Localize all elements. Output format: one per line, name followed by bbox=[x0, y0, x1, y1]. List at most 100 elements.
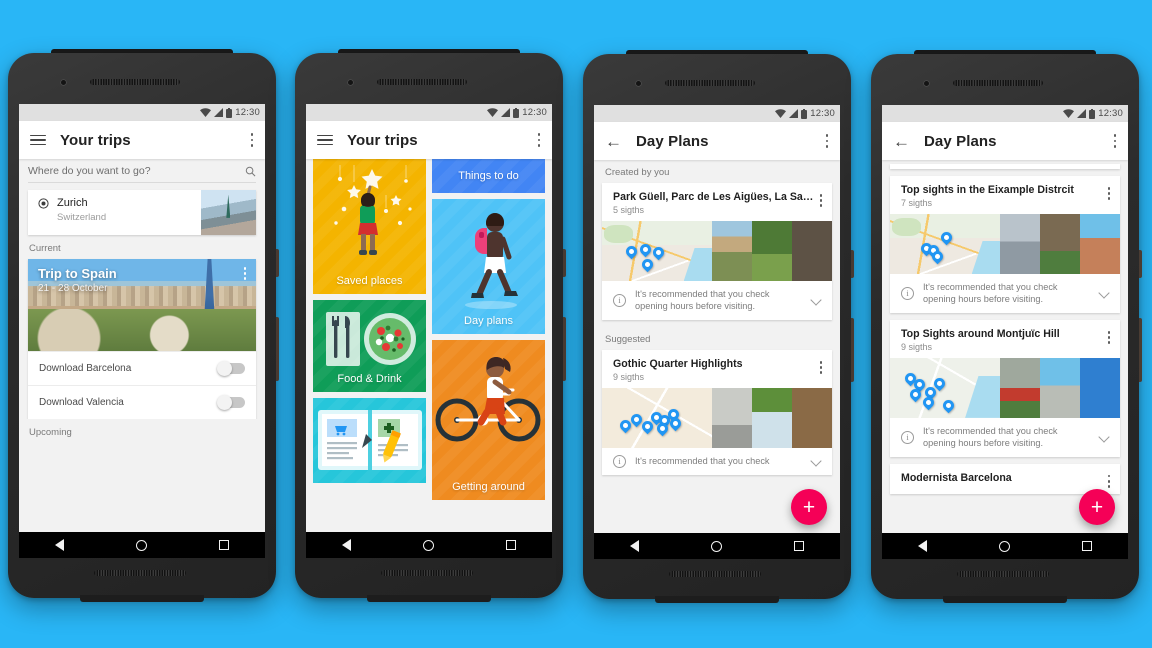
trip-card[interactable]: Trip to Spain 21 - 28 October Download B… bbox=[28, 259, 256, 419]
chevron-down-icon[interactable] bbox=[810, 294, 822, 307]
map-thumbnail[interactable] bbox=[890, 214, 1001, 274]
kebab-icon[interactable] bbox=[537, 133, 541, 147]
nav-home-icon[interactable] bbox=[136, 539, 147, 551]
tile-things-to-do[interactable]: Things to do bbox=[432, 159, 545, 193]
volume-button[interactable] bbox=[851, 318, 854, 382]
page-title: Day Plans bbox=[924, 132, 997, 150]
kebab-icon[interactable] bbox=[825, 134, 829, 148]
nav-back-icon[interactable] bbox=[918, 540, 927, 552]
photo-thumbnail[interactable] bbox=[752, 387, 793, 448]
tile-notebook[interactable] bbox=[313, 398, 426, 483]
chevron-down-icon[interactable] bbox=[1098, 431, 1110, 443]
add-day-plan-fab[interactable]: + bbox=[791, 489, 827, 525]
photo-thumbnail[interactable] bbox=[1040, 357, 1081, 418]
salad-fork-knife-illustration bbox=[325, 312, 416, 366]
kebab-icon[interactable] bbox=[819, 194, 823, 208]
add-day-plan-fab[interactable]: + bbox=[1079, 489, 1115, 525]
kebab-icon[interactable] bbox=[1113, 134, 1117, 148]
day-plan-card[interactable]: Top Sights around Montjuïc Hill 9 sigths bbox=[890, 319, 1120, 457]
phone-4: 12:30 ← Day Plans Top sights in the Eixa… bbox=[871, 50, 1142, 603]
photo-thumbnail[interactable] bbox=[752, 221, 793, 281]
photo-thumbnail[interactable] bbox=[1000, 357, 1041, 418]
download-row-barcelona[interactable]: Download Barcelona bbox=[28, 351, 256, 385]
map-thumbnail[interactable] bbox=[602, 221, 713, 281]
hamburger-icon[interactable] bbox=[317, 134, 333, 146]
volume-button[interactable] bbox=[563, 317, 566, 381]
suggestion-card-zurich[interactable]: Zurich Switzerland bbox=[28, 190, 256, 235]
day-plan-media-strip[interactable] bbox=[602, 387, 832, 448]
day-plan-info-row[interactable]: i It's recommended that you check openin… bbox=[890, 418, 1120, 457]
volume-button[interactable] bbox=[276, 317, 279, 381]
tile-food-and-drink[interactable]: Food & Drink bbox=[313, 300, 426, 392]
photo-thumbnail[interactable] bbox=[1080, 214, 1120, 274]
power-button[interactable] bbox=[851, 250, 854, 278]
suggestion-country: Switzerland bbox=[57, 211, 107, 223]
trip-dates: 21 - 28 October bbox=[38, 283, 108, 294]
download-toggle[interactable] bbox=[217, 394, 245, 410]
chevron-down-icon[interactable] bbox=[810, 455, 822, 468]
photo-thumbnail[interactable] bbox=[1040, 214, 1081, 274]
search-placeholder: Where do you want to go? bbox=[28, 165, 151, 177]
day-plan-media-strip[interactable] bbox=[890, 357, 1120, 418]
nav-recents-icon[interactable] bbox=[1082, 541, 1092, 551]
photo-thumbnail[interactable] bbox=[1080, 357, 1120, 418]
kebab-icon[interactable] bbox=[1107, 187, 1111, 201]
search-input[interactable]: Where do you want to go? bbox=[28, 165, 256, 183]
tile-saved-places[interactable]: Saved places bbox=[313, 159, 426, 294]
day-plan-header-text: Gothic Quarter Highlights 9 sigths bbox=[613, 358, 819, 382]
day-plan-list[interactable]: Created by you Park Güell, Parc de Les A… bbox=[594, 160, 840, 484]
day-plan-info-row[interactable]: i It's recommended that you check bbox=[602, 448, 832, 475]
nav-recents-icon[interactable] bbox=[219, 540, 229, 550]
download-row-valencia[interactable]: Download Valencia bbox=[28, 385, 256, 419]
hamburger-icon[interactable] bbox=[30, 134, 46, 146]
power-button[interactable] bbox=[276, 249, 279, 277]
power-button[interactable] bbox=[1139, 250, 1142, 278]
kebab-icon[interactable] bbox=[243, 267, 247, 281]
photo-thumbnail[interactable] bbox=[712, 387, 753, 448]
phone-2-content: Saved places Food & Drink Things to do D… bbox=[306, 159, 552, 532]
day-plan-list[interactable]: Top sights in the Eixample Distrcit 7 si… bbox=[882, 160, 1128, 503]
download-toggle[interactable] bbox=[217, 360, 245, 376]
day-plan-card[interactable]: Modernista Barcelona bbox=[890, 463, 1120, 494]
nav-home-icon[interactable] bbox=[423, 539, 434, 551]
day-plan-card[interactable]: Gothic Quarter Highlights 9 sigths i It'… bbox=[602, 349, 832, 475]
nav-back-icon[interactable] bbox=[630, 540, 639, 552]
day-plan-info-row[interactable]: i It's recommended that you check openin… bbox=[602, 281, 832, 320]
day-plan-info-row[interactable]: i It's recommended that you check openin… bbox=[890, 274, 1120, 313]
power-button[interactable] bbox=[563, 249, 566, 277]
suggestion-name: Zurich bbox=[57, 197, 88, 209]
day-plan-card[interactable]: Top sights in the Eixample Distrcit 7 si… bbox=[890, 176, 1120, 313]
photo-thumbnail[interactable] bbox=[792, 221, 832, 281]
map-thumbnail[interactable] bbox=[890, 357, 1001, 418]
map-thumbnail[interactable] bbox=[602, 387, 713, 448]
photo-thumbnail[interactable] bbox=[792, 387, 832, 448]
wifi-icon bbox=[200, 108, 212, 117]
back-arrow-icon[interactable]: ← bbox=[893, 133, 910, 150]
back-arrow-icon[interactable]: ← bbox=[605, 133, 622, 150]
nav-home-icon[interactable] bbox=[999, 540, 1010, 552]
phone-1-screen: 12:30 Your trips Where do you want to go… bbox=[19, 104, 265, 558]
status-bar: 12:30 bbox=[19, 104, 265, 121]
day-plan-media-strip[interactable] bbox=[602, 221, 832, 281]
day-plan-sights: 9 sigths bbox=[613, 371, 645, 382]
kebab-icon[interactable] bbox=[1107, 474, 1111, 488]
day-plan-card[interactable]: Park Güell, Parc de Les Aigües, La Sa… 5… bbox=[602, 183, 832, 320]
nav-back-icon[interactable] bbox=[55, 539, 64, 551]
photo-thumbnail[interactable] bbox=[712, 221, 753, 281]
tile-day-plans[interactable]: Day plans bbox=[432, 199, 545, 334]
photo-thumbnail[interactable] bbox=[1000, 214, 1041, 274]
nav-recents-icon[interactable] bbox=[506, 540, 516, 550]
day-plan-title: Top sights in the Eixample Distrcit bbox=[901, 184, 1074, 196]
nav-home-icon[interactable] bbox=[711, 540, 722, 552]
kebab-icon[interactable] bbox=[819, 360, 823, 375]
tile-getting-around[interactable]: Getting around bbox=[432, 340, 545, 500]
partial-card-above bbox=[890, 164, 1120, 169]
kebab-icon[interactable] bbox=[250, 133, 254, 147]
nav-back-icon[interactable] bbox=[342, 539, 351, 551]
nav-recents-icon[interactable] bbox=[794, 541, 804, 551]
volume-button[interactable] bbox=[1139, 318, 1142, 382]
day-plan-media-strip[interactable] bbox=[890, 214, 1120, 274]
tile-label: Things to do bbox=[458, 170, 519, 182]
kebab-icon[interactable] bbox=[1107, 330, 1111, 345]
chevron-down-icon[interactable] bbox=[1098, 287, 1110, 300]
